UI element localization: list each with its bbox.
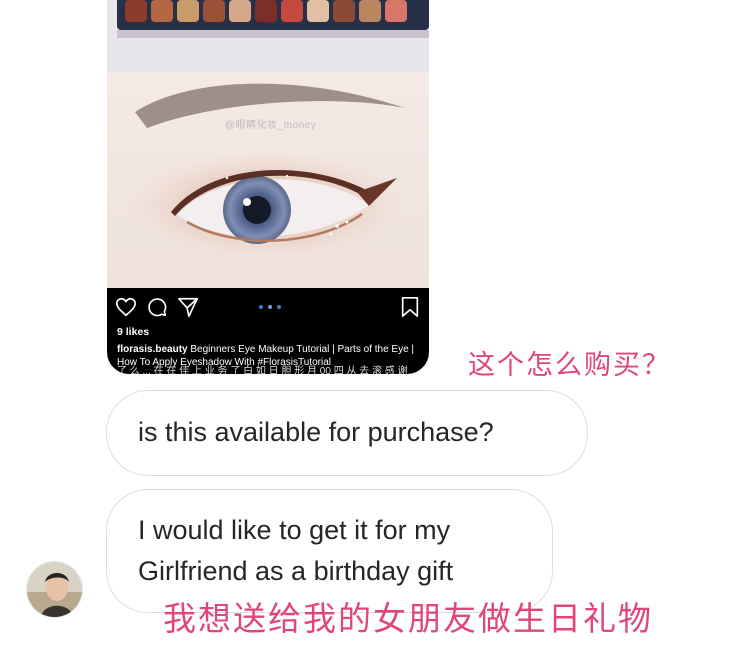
message-text: Girlfriend as a birthday gift bbox=[138, 556, 454, 586]
message-bubble[interactable]: is this available for purchase? bbox=[106, 390, 588, 476]
share-icon[interactable] bbox=[177, 296, 199, 318]
comment-icon[interactable] bbox=[146, 296, 168, 318]
translation-question-annotation: 这个怎么购买？ bbox=[468, 350, 671, 381]
sender-avatar[interactable] bbox=[26, 561, 83, 618]
carousel-dots bbox=[259, 305, 281, 309]
post-image[interactable]: @眼睛化妆_money bbox=[107, 0, 429, 288]
message-text: I would like to get it for my bbox=[138, 515, 451, 545]
heart-icon[interactable] bbox=[115, 296, 137, 318]
bookmark-icon[interactable] bbox=[399, 296, 421, 318]
translation-gift-annotation: 我想送给我的女朋友做生日礼物 bbox=[163, 599, 653, 638]
shared-post-card[interactable]: @眼睛化妆_money 9 likes florasis.beauty Begi… bbox=[107, 0, 429, 374]
post-action-bar bbox=[107, 288, 429, 326]
message-text: is this available for purchase? bbox=[138, 417, 494, 447]
post-likes[interactable]: 9 likes bbox=[117, 326, 149, 338]
post-username[interactable]: florasis.beauty bbox=[117, 344, 188, 355]
post-watermark: @眼睛化妆_money bbox=[225, 120, 317, 131]
post-caption-overflow: 了 么 ... 在 在 佳 上 业 务 了 白 如 日 胆 形 月 00 四 从… bbox=[117, 366, 408, 374]
